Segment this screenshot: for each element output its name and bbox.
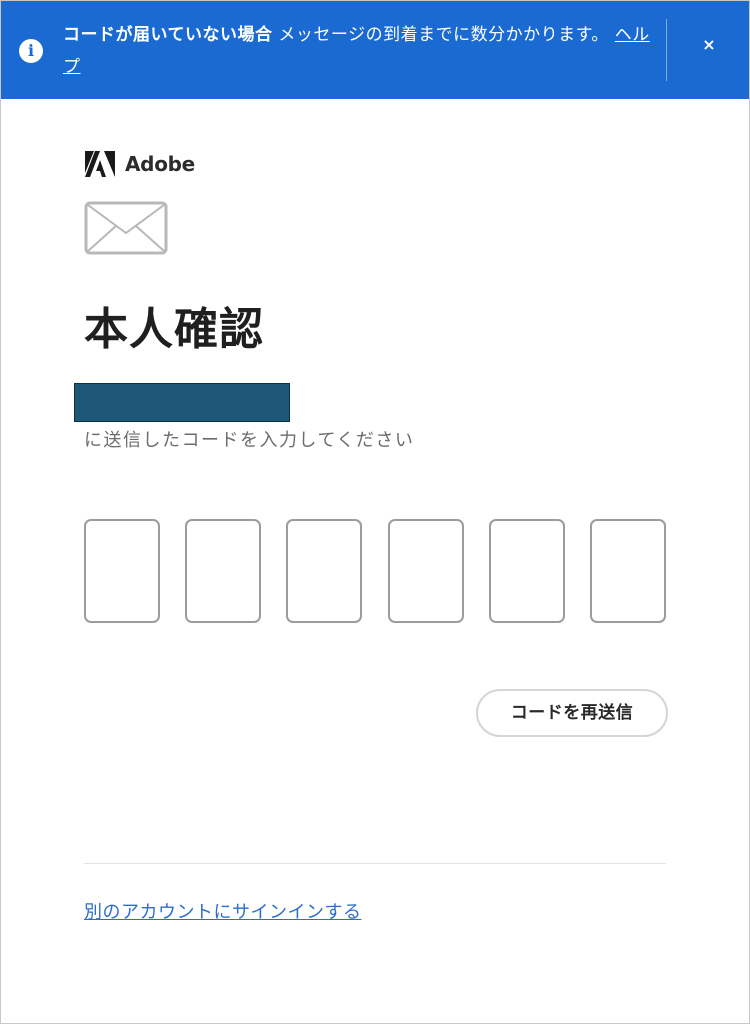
resend-code-button[interactable]: コードを再送信 [476,689,668,737]
adobe-logo: Adobe [85,150,195,178]
instruction-text: に送信したコードを入力してください [84,430,415,451]
verification-code-inputs [84,519,666,625]
code-digit-input[interactable] [185,519,262,623]
mail-envelope-icon [84,201,168,259]
code-digit-input[interactable] [488,519,565,623]
code-digit-input[interactable] [589,519,666,623]
code-digit-input[interactable] [387,519,464,623]
divider [84,863,666,864]
adobe-logo-icon [85,151,115,177]
code-digit-input[interactable] [286,519,363,623]
banner-message-text: メッセージの到着までに数分かかります。 [272,25,609,45]
switch-account-link[interactable]: 別のアカウントにサインインする [84,899,362,927]
page-title: 本人確認 [84,304,264,355]
redacted-email-address [74,383,290,422]
verification-dialog: i コードが届いていない場合 メッセージの到着までに数分かかります。 ヘルプ ×… [0,0,750,1024]
brand-name: Adobe [125,152,195,176]
code-digit-input[interactable] [84,519,160,623]
notification-banner: i コードが届いていない場合 メッセージの到着までに数分かかります。 ヘルプ × [1,1,749,99]
banner-bold-text: コードが届いていない場合 [63,25,273,45]
info-icon: i [19,39,43,63]
banner-divider [666,19,667,81]
banner-message: コードが届いていない場合 メッセージの到着までに数分かかります。 ヘルプ [63,19,653,83]
close-icon[interactable]: × [693,29,725,61]
